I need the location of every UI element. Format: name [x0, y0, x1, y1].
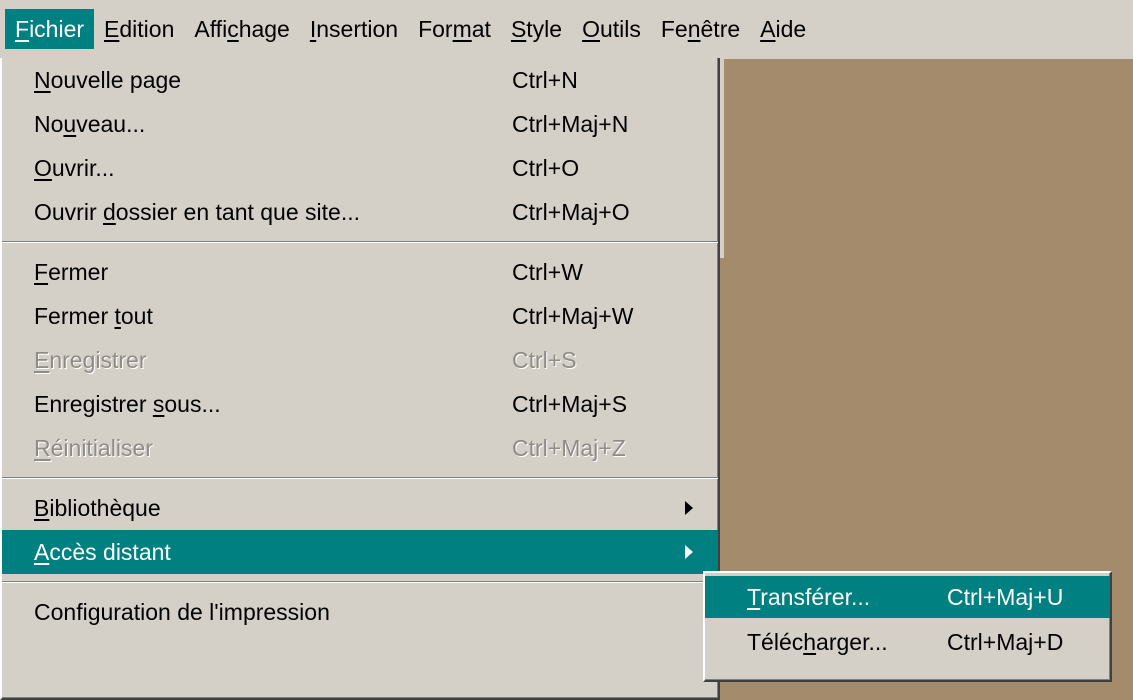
menu-item-label: Accès distant — [34, 539, 171, 565]
menu-format[interactable]: Format — [408, 9, 501, 49]
menu-edition[interactable]: Edition — [94, 9, 184, 49]
menu-item-configuration-de-l-impression[interactable]: Configuration de l'impression — [2, 590, 718, 634]
submenu-arrow-icon — [685, 501, 693, 515]
remote-access-submenu: Transférer... Ctrl+Maj+U Télécharger... Ctr… — [703, 571, 1112, 682]
menu-item-shortcut: Ctrl+Maj+N — [512, 111, 629, 137]
submenu-arrow-icon — [685, 545, 693, 559]
menu-bar: Fichier Edition Affichage Insertion Format St… — [0, 0, 1133, 59]
menu-item-label: Télécharger... — [747, 629, 888, 655]
menu-item-label: Réinitialiser — [34, 435, 153, 461]
menu-item-shortcut: Ctrl+Maj+O — [512, 199, 630, 225]
menu-item-label: Transférer... — [747, 584, 871, 610]
menu-fenetre[interactable]: Fenêtre — [651, 9, 750, 49]
menu-item-label: Nouvelle page — [34, 67, 182, 93]
menu-item-shortcut: Ctrl+S — [512, 347, 577, 373]
menu-item-label: Fermer tout — [34, 303, 153, 329]
menu-item-enregistrer: Enregistrer Ctrl+S — [2, 338, 718, 382]
menu-separator — [2, 578, 718, 586]
menu-item-nouvelle-page[interactable]: Nouvelle page Ctrl+N — [2, 58, 718, 102]
menu-item-enregistrer-sous[interactable]: Enregistrer sous... Ctrl+Maj+S — [2, 382, 718, 426]
menu-item-telecharger[interactable]: Télécharger... Ctrl+Maj+D — [705, 621, 1110, 663]
menu-item-shortcut: Ctrl+Maj+U — [947, 584, 1064, 610]
menu-item-label: Enregistrer — [34, 347, 147, 373]
menu-item-reinitialiser: Réinitialiser Ctrl+Maj+Z — [2, 426, 718, 470]
menu-item-shortcut: Ctrl+W — [512, 259, 583, 285]
menu-item-fermer[interactable]: Fermer Ctrl+W — [2, 250, 718, 294]
menu-item-label: Fermer — [34, 259, 109, 285]
menu-separator — [2, 474, 718, 482]
menu-item-acces-distant[interactable]: Accès distant — [2, 530, 718, 574]
menu-item-shortcut: Ctrl+N — [512, 67, 578, 93]
menu-fichier[interactable]: Fichier — [5, 9, 95, 49]
menu-outils[interactable]: Outils — [572, 9, 651, 49]
file-menu: Nouvelle page Ctrl+N Nouveau... Ctrl+Maj+N O… — [0, 58, 720, 700]
menu-item-bibliotheque[interactable]: Bibliothèque — [2, 486, 718, 530]
menu-item-shortcut: Ctrl+O — [512, 155, 580, 181]
menu-aide[interactable]: Aide — [750, 9, 816, 49]
menu-item-label: Nouveau... — [34, 111, 146, 137]
menu-item-ouvrir-dossier-en-tant-que-site[interactable]: Ouvrir dossier en tant que site... Ctrl+M… — [2, 190, 718, 234]
menu-insertion[interactable]: Insertion — [300, 9, 408, 49]
menu-item-label: Ouvrir dossier en tant que site... — [34, 199, 360, 225]
menu-item-label: Ouvrir... — [34, 155, 115, 181]
menu-item-label: Configuration de l'impression — [34, 599, 330, 625]
menu-separator — [2, 238, 718, 246]
menu-item-ouvrir[interactable]: Ouvrir... Ctrl+O — [2, 146, 718, 190]
menu-affichage[interactable]: Affichage — [184, 9, 300, 49]
menu-style[interactable]: Style — [501, 9, 572, 49]
menu-item-shortcut: Ctrl+Maj+Z — [512, 435, 626, 461]
menu-item-shortcut: Ctrl+Maj+D — [947, 629, 1064, 655]
menu-item-transferer[interactable]: Transférer... Ctrl+Maj+U — [705, 576, 1110, 618]
menu-item-shortcut: Ctrl+Maj+S — [512, 391, 628, 417]
menu-item-label: Bibliothèque — [34, 495, 161, 521]
menu-item-label: Enregistrer sous... — [34, 391, 221, 417]
menu-item-nouveau[interactable]: Nouveau... Ctrl+Maj+N — [2, 102, 718, 146]
menu-item-fermer-tout[interactable]: Fermer tout Ctrl+Maj+W — [2, 294, 718, 338]
menu-item-shortcut: Ctrl+Maj+W — [512, 303, 634, 329]
